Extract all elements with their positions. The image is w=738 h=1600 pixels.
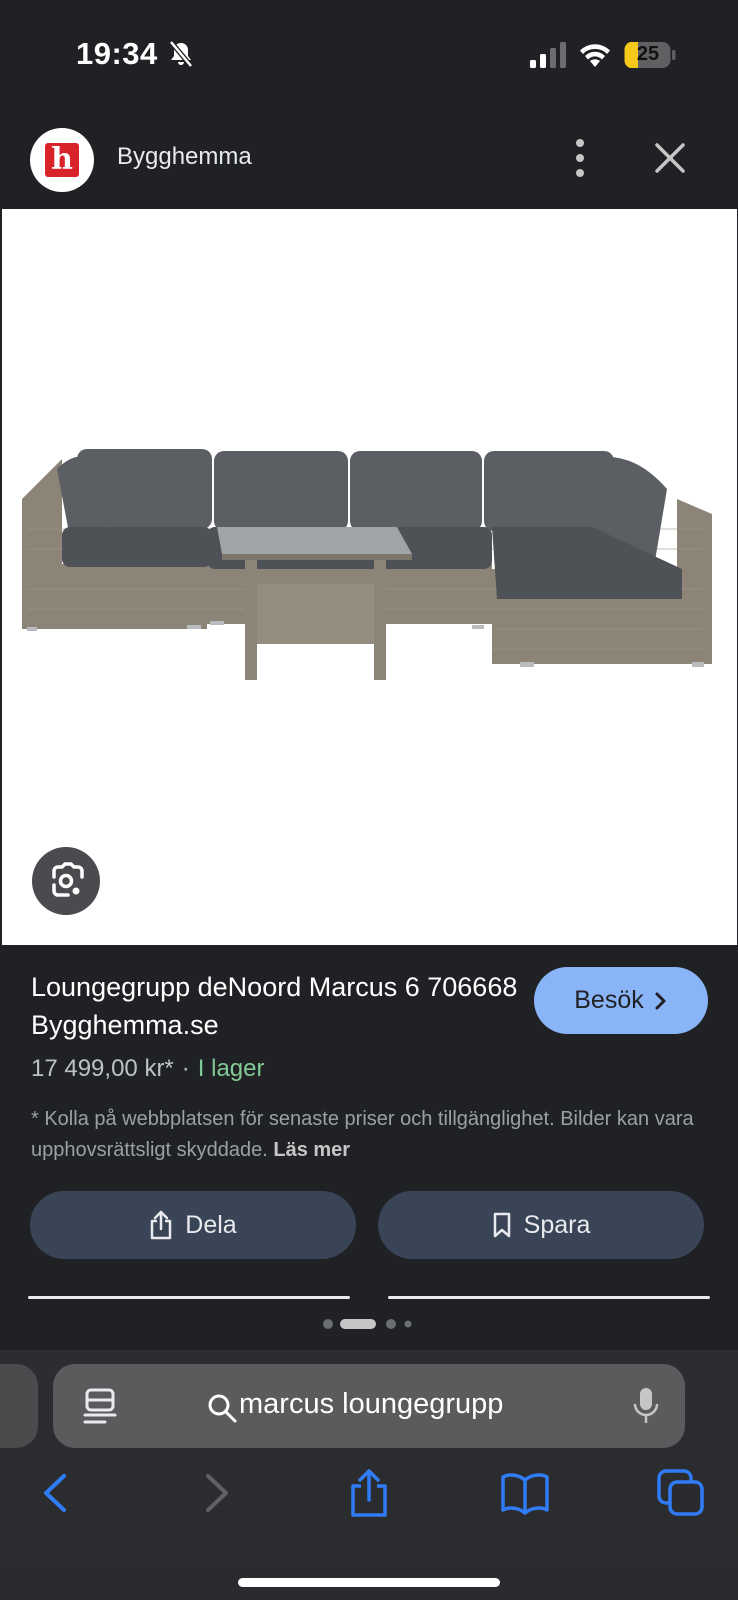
lens-result-header: h Bygghemma [0,110,738,208]
address-bar[interactable]: marcus loungegrupp [53,1364,685,1448]
site-logo[interactable]: h [30,128,94,192]
address-bar-query: marcus loungegrupp [239,1388,504,1420]
page-menu-icon[interactable] [83,1388,117,1424]
browser-toolbar: marcus loungegrupp [0,1350,738,1600]
stock-status: I lager [197,1055,265,1082]
more-options-icon[interactable] [560,132,600,184]
read-more-link[interactable]: Läs mer [273,1139,350,1161]
home-indicator [238,1578,500,1587]
chevron-right-icon [655,992,666,1009]
product-image-area [2,209,737,945]
tabs-icon[interactable] [656,1468,706,1518]
previous-tab-peek[interactable] [0,1364,38,1448]
status-bar: 19:34 25 [0,0,738,110]
bookmarks-icon[interactable] [500,1468,550,1518]
bookmark-icon [493,1212,510,1238]
save-button[interactable]: Spara [378,1191,704,1259]
microphone-icon[interactable] [633,1386,659,1426]
product-image [22,449,712,680]
search-icon [208,1394,237,1423]
related-card-peek-right [388,1296,710,1299]
forward-icon[interactable] [190,1468,240,1518]
save-label: Spara [523,1210,591,1239]
product-title[interactable]: Loungegrupp deNoord Marcus 6 706668 Bygg… [31,968,521,1044]
site-logo-mark: h [45,143,79,177]
share-sheet-icon[interactable] [344,1468,394,1518]
wifi-icon [580,44,610,67]
visit-label: Besök [574,986,644,1014]
page-indicator [323,1319,412,1329]
price-separator: · [181,1055,190,1082]
product-price: 17 499,00 kr* [31,1055,174,1082]
close-icon[interactable] [648,136,692,180]
share-icon [151,1210,172,1240]
visit-button[interactable]: Besök [534,967,708,1034]
disclaimer-text: * Kolla på webbplatsen för senaste prise… [31,1108,694,1161]
lens-search-button[interactable] [32,847,100,915]
back-icon[interactable] [32,1468,82,1518]
related-card-peek-left [28,1296,350,1299]
price-disclaimer: * Kolla på webbplatsen för senaste prise… [31,1104,711,1166]
cellular-signal-icon [530,42,566,68]
site-name: Bygghemma [117,143,252,170]
price-line: 17 499,00 kr* · I lager [31,1055,264,1083]
silent-mode-icon [169,40,193,68]
share-label: Dela [185,1210,237,1239]
status-time: 19:34 [76,36,158,71]
share-button[interactable]: Dela [30,1191,356,1259]
lens-camera-icon [52,862,84,897]
battery-level: 25 [636,43,660,65]
